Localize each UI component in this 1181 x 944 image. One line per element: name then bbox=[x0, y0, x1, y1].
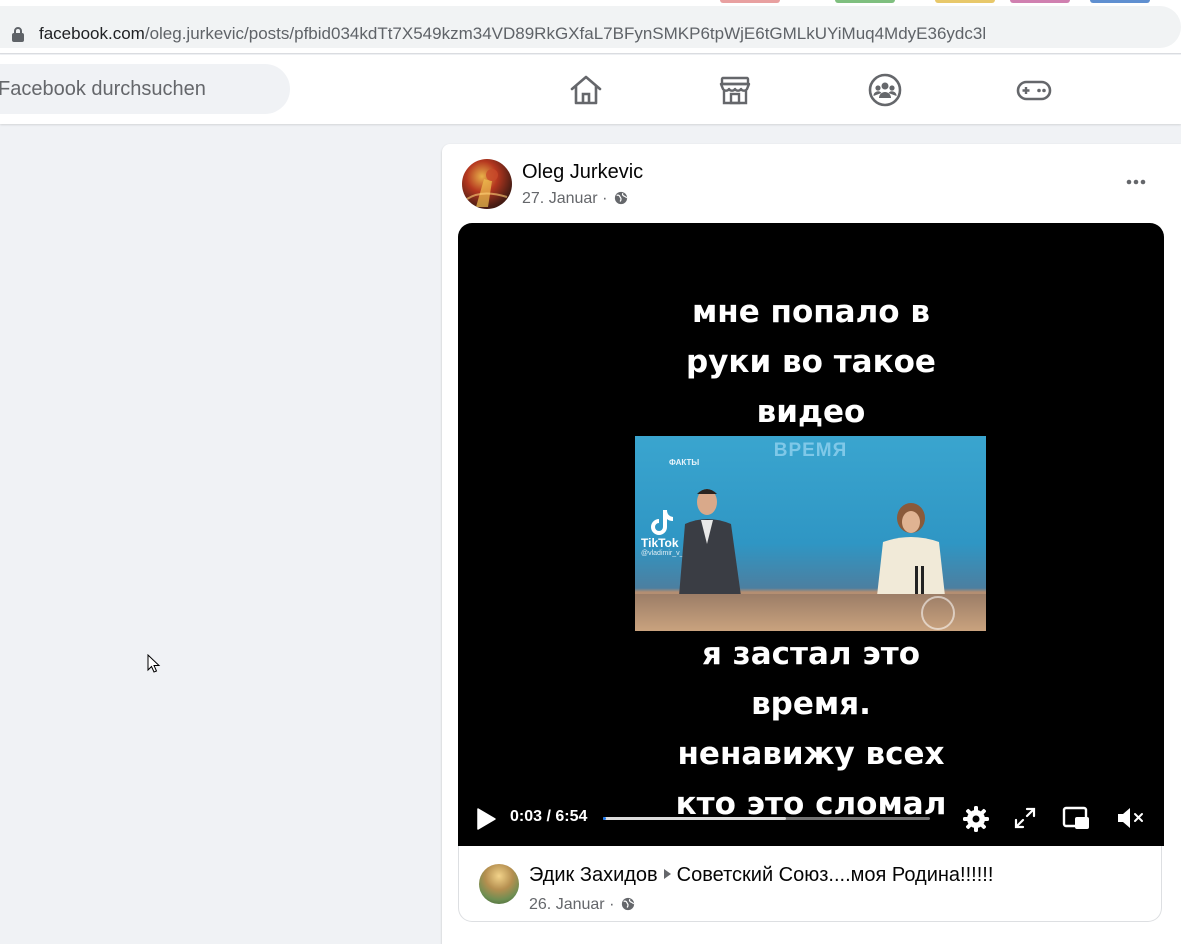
tiktok-label: TikTok bbox=[641, 536, 679, 550]
tab-strip-hint bbox=[835, 0, 895, 3]
shared-post-meta: 26. Januar · bbox=[529, 896, 635, 914]
caption-line: я застал это bbox=[701, 636, 921, 672]
author-name[interactable]: Oleg Jurkevic bbox=[522, 161, 643, 184]
emblem-icon bbox=[921, 596, 955, 630]
video-played-fill bbox=[603, 817, 606, 820]
url-path: /oleg.jurkevic/posts/pfbid034kdTt7X549kz… bbox=[144, 24, 987, 43]
url-host: facebook.com bbox=[39, 24, 145, 43]
tab-strip-hint bbox=[935, 0, 995, 3]
tab-strip-hint bbox=[1010, 0, 1070, 3]
shared-author-name[interactable]: Эдик Захидов bbox=[529, 864, 658, 886]
video-progress-bar[interactable] bbox=[603, 817, 930, 820]
post-date[interactable]: 27. Januar bbox=[522, 190, 598, 207]
tab-strip-hint bbox=[1090, 0, 1150, 3]
meta-separator: · bbox=[609, 896, 615, 913]
shared-post-date[interactable]: 26. Januar bbox=[529, 896, 605, 913]
globe-icon bbox=[614, 191, 628, 205]
shared-author-avatar[interactable] bbox=[479, 864, 519, 904]
gaming-icon[interactable] bbox=[1016, 72, 1052, 108]
arrow-right-icon bbox=[663, 869, 671, 879]
lock-icon[interactable] bbox=[11, 26, 25, 42]
post-meta: 27. Januar · bbox=[522, 190, 628, 208]
play-icon[interactable] bbox=[475, 807, 497, 831]
home-icon[interactable] bbox=[568, 72, 604, 108]
caption-line: руки во такое bbox=[686, 344, 936, 380]
settings-gear-icon[interactable] bbox=[962, 805, 990, 833]
search-input[interactable]: Facebook durchsuchen bbox=[0, 64, 290, 114]
caption-line: ненавижу всех bbox=[677, 736, 945, 772]
caption-line: время. bbox=[751, 686, 871, 722]
post-card: Oleg Jurkevic 27. Januar · мне попало в … bbox=[442, 144, 1181, 944]
tiktok-icon bbox=[651, 510, 673, 535]
browser-toolbar: facebook.com/oleg.jurkevic/posts/pfbid03… bbox=[0, 0, 1181, 54]
address-bar[interactable]: facebook.com/oleg.jurkevic/posts/pfbid03… bbox=[0, 6, 1181, 48]
url-text[interactable]: facebook.com/oleg.jurkevic/posts/pfbid03… bbox=[39, 23, 986, 45]
video-clip-frame: ВРЕМЯ ФАКТЫ TikTok @vladimir_v_k bbox=[635, 436, 986, 631]
facebook-header: Facebook durchsuchen bbox=[0, 55, 1181, 124]
caption-line: мне попало в bbox=[691, 294, 931, 330]
globe-icon bbox=[621, 897, 635, 911]
video-buffered-fill bbox=[603, 817, 787, 820]
mouse-cursor-icon bbox=[147, 654, 161, 673]
author-avatar[interactable] bbox=[462, 159, 512, 209]
shared-target-group[interactable]: Советский Союз....моя Родина!!!!!! bbox=[677, 864, 994, 886]
groups-icon[interactable] bbox=[867, 72, 903, 108]
caption-line: видео bbox=[756, 394, 866, 430]
avatar-image bbox=[466, 169, 508, 207]
video-caption-top: мне попало в руки во такое видео bbox=[458, 287, 1164, 437]
video-controls: 0:03 / 6:54 bbox=[458, 793, 1164, 846]
more-options-icon[interactable] bbox=[1120, 166, 1152, 198]
tab-strip-hint bbox=[720, 0, 780, 3]
presenter-female bbox=[877, 503, 945, 596]
clip-logo: ФАКТЫ bbox=[669, 458, 700, 467]
video-time: 0:03 / 6:54 bbox=[510, 808, 588, 825]
meta-separator: · bbox=[602, 190, 608, 207]
marketplace-icon[interactable] bbox=[717, 72, 753, 108]
fullscreen-icon[interactable] bbox=[1014, 807, 1036, 829]
shared-post-footer: Эдик Захидов Советский Союз....моя Родина… bbox=[458, 846, 1162, 922]
mute-icon[interactable] bbox=[1115, 805, 1145, 831]
picture-in-picture-icon[interactable] bbox=[1062, 805, 1090, 831]
presenter-male bbox=[679, 489, 741, 596]
search-placeholder: Facebook durchsuchen bbox=[0, 78, 206, 100]
shared-post-title: Эдик Захидов Советский Союз....моя Родина… bbox=[529, 864, 993, 887]
video-player[interactable]: мне попало в руки во такое видео ВРЕМЯ Ф… bbox=[458, 223, 1164, 846]
